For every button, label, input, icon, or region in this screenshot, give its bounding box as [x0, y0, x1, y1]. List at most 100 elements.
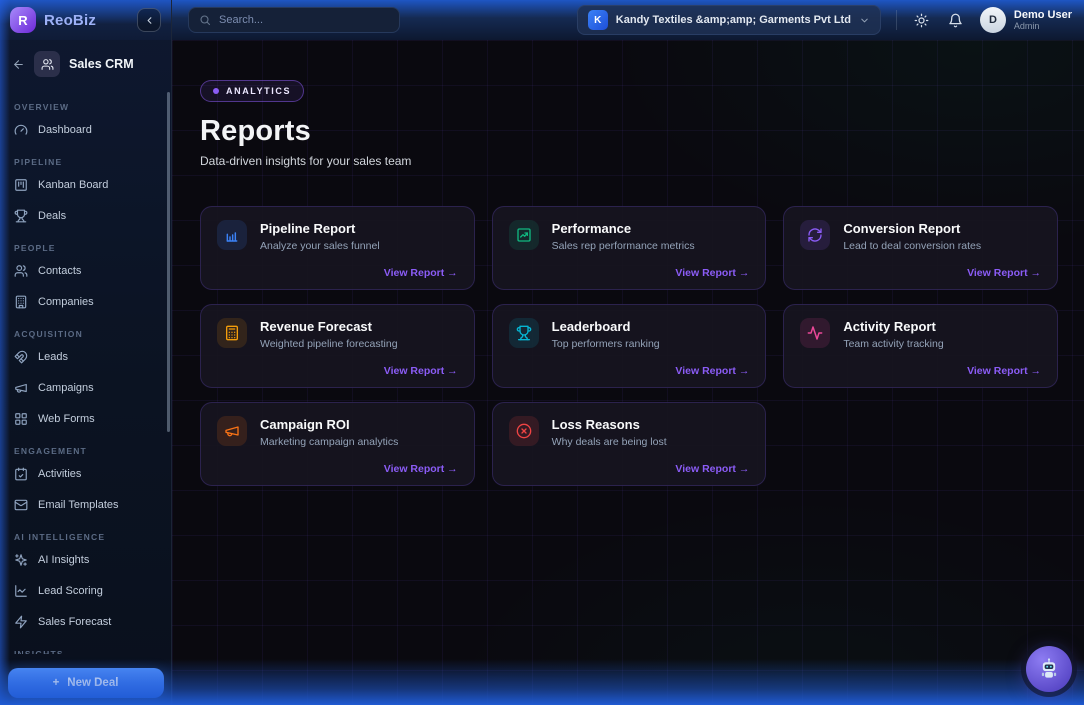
- chevron-down-icon: [859, 15, 870, 26]
- page-subtitle: Data-driven insights for your sales team: [200, 154, 1058, 168]
- sidebar-scrollbar[interactable]: [167, 92, 170, 432]
- sidebar-item-activities[interactable]: Activities: [0, 458, 171, 489]
- view-report-link[interactable]: View Report →: [675, 365, 749, 377]
- search-box[interactable]: [188, 7, 400, 33]
- sidebar-section-overview: OVERVIEW: [14, 102, 157, 112]
- view-report-link[interactable]: View Report →: [675, 463, 749, 475]
- brand-logo: R: [10, 7, 36, 33]
- theme-toggle-button[interactable]: [912, 11, 931, 30]
- trending-chart-icon: [509, 220, 539, 250]
- sidebar-section-acquisition: ACQUISITION: [14, 329, 157, 339]
- user-avatar: D: [980, 7, 1006, 33]
- mail-icon: [14, 498, 28, 512]
- user-role: Admin: [1014, 21, 1072, 31]
- view-report-link[interactable]: View Report →: [967, 267, 1041, 279]
- users-icon: [14, 264, 28, 278]
- brand-name: ReoBiz: [44, 12, 96, 29]
- sidebar-item-kanban-board[interactable]: Kanban Board: [0, 169, 171, 200]
- logo-row: R ReoBiz: [0, 0, 171, 40]
- card-performance[interactable]: Performance Sales rep performance metric…: [492, 206, 767, 290]
- calculator-icon: [217, 318, 247, 348]
- app-window: R ReoBiz Sales CRM OVERVIEW Dashboard: [0, 0, 1084, 705]
- card-conversion-report[interactable]: Conversion Report Lead to deal conversio…: [783, 206, 1058, 290]
- reports-page: ANALYTICS Reports Data-driven insights f…: [172, 40, 1084, 705]
- bar-chart-icon: [217, 220, 247, 250]
- sidebar-item-campaigns[interactable]: Campaigns: [0, 372, 171, 403]
- sidebar-item-leads[interactable]: Leads: [0, 341, 171, 372]
- kanban-icon: [14, 178, 28, 192]
- notifications-button[interactable]: [946, 11, 965, 30]
- view-report-link[interactable]: View Report →: [967, 365, 1041, 377]
- sun-icon: [914, 13, 929, 28]
- search-input[interactable]: [219, 14, 389, 26]
- card-revenue-forecast[interactable]: Revenue Forecast Weighted pipeline forec…: [200, 304, 475, 388]
- megaphone-icon: [217, 416, 247, 446]
- sidebar-section-insights: INSIGHTS: [14, 649, 157, 654]
- card-leaderboard[interactable]: Leaderboard Top performers ranking View …: [492, 304, 767, 388]
- report-cards-grid: Pipeline Report Analyze your sales funne…: [200, 206, 1058, 486]
- sidebar-section-engagement: ENGAGEMENT: [14, 446, 157, 456]
- module-title: Sales CRM: [69, 57, 134, 71]
- activity-pulse-icon: [800, 318, 830, 348]
- x-circle-icon: [509, 416, 539, 446]
- chart-line-icon: [14, 584, 28, 598]
- ai-assistant-fab[interactable]: [1026, 646, 1072, 692]
- back-arrow-icon[interactable]: [12, 58, 25, 71]
- trophy-icon: [14, 209, 28, 223]
- main-area: K Kandy Textiles &amp;amp; Garments Pvt …: [172, 0, 1084, 705]
- sidebar-section-people: PEOPLE: [14, 243, 157, 253]
- sidebar-item-contacts[interactable]: Contacts: [0, 255, 171, 286]
- new-deal-button[interactable]: + New Deal: [8, 668, 164, 698]
- topbar-right: K Kandy Textiles &amp;amp; Garments Pvt …: [577, 5, 1072, 35]
- company-name: Kandy Textiles &amp;amp; Garments Pvt Lt…: [616, 14, 851, 26]
- sidebar-collapse-button[interactable]: [137, 8, 161, 32]
- trophy-icon: [509, 318, 539, 348]
- sidebar-item-companies[interactable]: Companies: [0, 286, 171, 317]
- users-module-icon: [34, 51, 60, 77]
- calendar-check-icon: [14, 467, 28, 481]
- sidebar-section-ai-intelligence: AI INTELLIGENCE: [14, 532, 157, 542]
- topbar-divider: [896, 10, 897, 30]
- sidebar: R ReoBiz Sales CRM OVERVIEW Dashboard: [0, 0, 172, 705]
- magnet-icon: [14, 350, 28, 364]
- sidebar-nav: OVERVIEW Dashboard PIPELINE Kanban Board…: [0, 88, 171, 654]
- search-icon: [199, 14, 211, 26]
- company-avatar: K: [588, 10, 608, 30]
- module-header: Sales CRM: [0, 40, 171, 88]
- refresh-cycle-icon: [800, 220, 830, 250]
- view-report-link[interactable]: View Report →: [384, 267, 458, 279]
- sidebar-item-email-templates[interactable]: Email Templates: [0, 489, 171, 520]
- card-campaign-roi[interactable]: Campaign ROI Marketing campaign analytic…: [200, 402, 475, 486]
- bell-icon: [948, 13, 963, 28]
- robot-assistant-icon: [1036, 656, 1062, 682]
- card-pipeline-report[interactable]: Pipeline Report Analyze your sales funne…: [200, 206, 475, 290]
- view-report-link[interactable]: View Report →: [384, 463, 458, 475]
- zap-icon: [14, 615, 28, 629]
- sidebar-item-dashboard[interactable]: Dashboard: [0, 114, 171, 145]
- grid-icon: [14, 412, 28, 426]
- sidebar-item-ai-insights[interactable]: AI Insights: [0, 544, 171, 575]
- chevron-left-icon: [144, 15, 155, 26]
- topbar: K Kandy Textiles &amp;amp; Garments Pvt …: [172, 0, 1084, 40]
- page-title: Reports: [200, 115, 1058, 148]
- sidebar-section-pipeline: PIPELINE: [14, 157, 157, 167]
- sidebar-item-sales-forecast[interactable]: Sales Forecast: [0, 606, 171, 637]
- company-selector[interactable]: K Kandy Textiles &amp;amp; Garments Pvt …: [577, 5, 881, 35]
- user-name: Demo User: [1014, 9, 1072, 22]
- sparkles-icon: [14, 553, 28, 567]
- sidebar-item-deals[interactable]: Deals: [0, 200, 171, 231]
- view-report-link[interactable]: View Report →: [384, 365, 458, 377]
- gauge-icon: [14, 123, 28, 137]
- card-activity-report[interactable]: Activity Report Team activity tracking V…: [783, 304, 1058, 388]
- megaphone-icon: [14, 381, 28, 395]
- plus-icon: +: [53, 677, 60, 689]
- view-report-link[interactable]: View Report →: [675, 267, 749, 279]
- analytics-badge: ANALYTICS: [200, 80, 304, 102]
- user-menu[interactable]: D Demo User Admin: [980, 7, 1072, 33]
- card-loss-reasons[interactable]: Loss Reasons Why deals are being lost Vi…: [492, 402, 767, 486]
- sidebar-item-web-forms[interactable]: Web Forms: [0, 403, 171, 434]
- building-icon: [14, 295, 28, 309]
- badge-dot-icon: [213, 88, 219, 94]
- sidebar-item-lead-scoring[interactable]: Lead Scoring: [0, 575, 171, 606]
- sidebar-footer: + New Deal: [0, 661, 171, 705]
